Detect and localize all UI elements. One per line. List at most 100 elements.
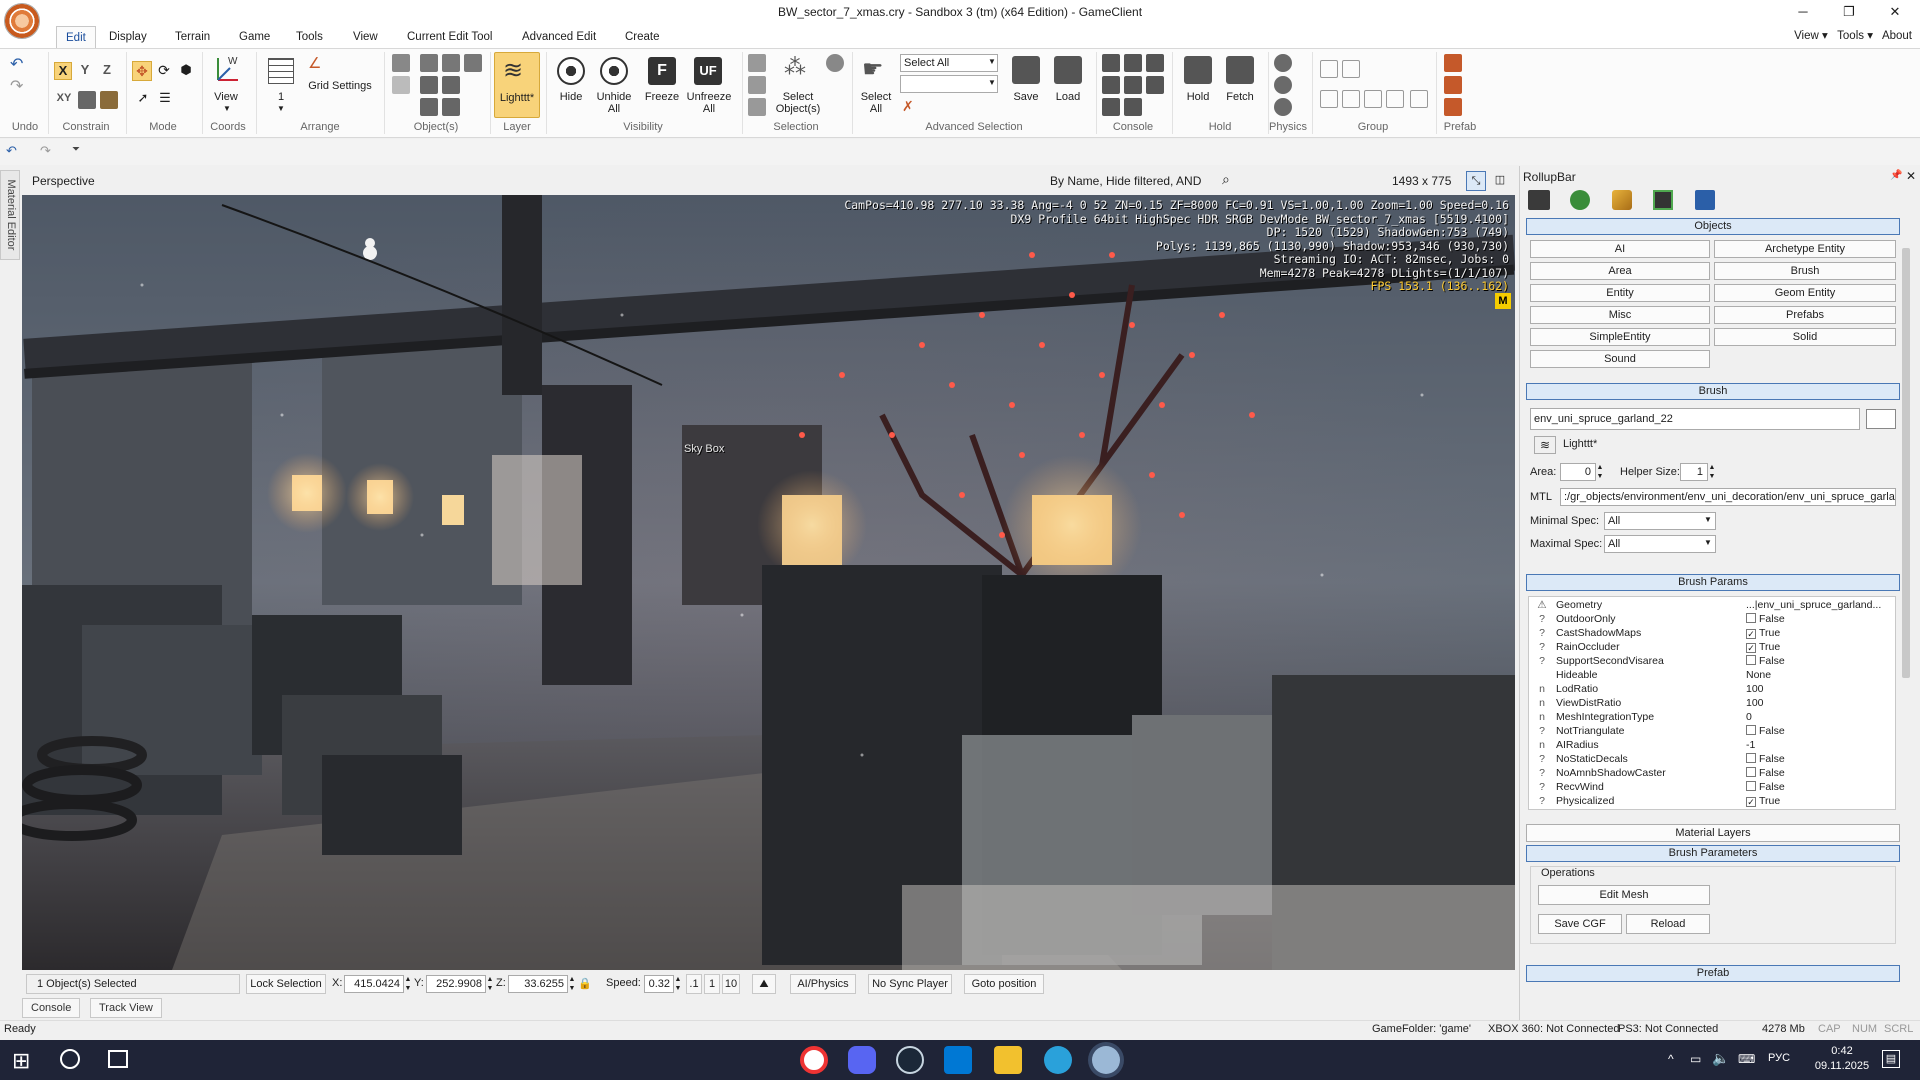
object-entity-button[interactable]: Entity <box>1530 284 1710 302</box>
modify-tab-icon[interactable] <box>1612 190 1632 210</box>
param-value[interactable]: ✓ True <box>1746 626 1892 640</box>
param-value[interactable]: -1 <box>1746 738 1892 752</box>
tab-view[interactable]: View <box>344 26 387 48</box>
console-tool-icon[interactable] <box>1124 98 1142 116</box>
ungroup-icon[interactable] <box>1342 60 1360 78</box>
param-row[interactable]: ? OutdoorOnly False <box>1530 612 1894 626</box>
x-input[interactable]: 415.0424 <box>344 975 404 993</box>
view-menu[interactable]: View ▾ <box>1794 30 1828 42</box>
view-coords-label[interactable]: View <box>206 91 246 103</box>
physics-get-state-icon[interactable] <box>1274 76 1292 94</box>
maximal-spec-select[interactable]: All <box>1604 535 1716 553</box>
constrain-y-button[interactable]: Y <box>76 62 94 80</box>
minimal-spec-select[interactable]: All <box>1604 512 1716 530</box>
rollup-scrollbar[interactable] <box>1902 248 1910 678</box>
hide-button[interactable]: Hide <box>550 91 592 103</box>
param-value[interactable]: None <box>1746 668 1892 682</box>
console-tool-icon[interactable] <box>1124 54 1142 72</box>
tab-tools[interactable]: Tools <box>287 26 332 48</box>
physics-reset-icon[interactable] <box>1274 98 1292 116</box>
group-icon[interactable] <box>1320 60 1338 78</box>
keyboard-icon[interactable]: ⌨ <box>1738 1052 1755 1066</box>
speed-spinner-icon[interactable]: ▲ ▼ <box>674 975 682 993</box>
windows-start-icon[interactable]: ⊞ <box>12 1048 30 1074</box>
constrain-z-button[interactable]: Z <box>98 62 116 80</box>
console-tool-icon[interactable] <box>1102 54 1120 72</box>
param-checkbox[interactable]: ✓ <box>1746 797 1756 807</box>
freeze-icon[interactable]: F <box>648 57 676 85</box>
speed-input[interactable]: 0.32 <box>644 975 674 993</box>
prefab-close-icon[interactable] <box>1444 98 1462 116</box>
brush-color-swatch[interactable] <box>1866 409 1896 429</box>
x-spinner-icon[interactable]: ▲ ▼ <box>404 975 412 993</box>
reload-button[interactable]: Reload <box>1626 914 1710 934</box>
search-icon[interactable] <box>60 1049 80 1069</box>
select-objects-button[interactable]: Select Object(s) <box>772 91 824 115</box>
terrain-tab-icon[interactable] <box>1570 190 1590 210</box>
minimize-button[interactable]: ─ <box>1780 0 1826 24</box>
param-row[interactable]: n MeshIntegrationType 0 <box>1530 710 1894 724</box>
physics-simulate-icon[interactable] <box>1274 54 1292 72</box>
select-all-icon[interactable]: ☛ <box>862 55 890 85</box>
objects-header[interactable]: Objects <box>1526 218 1900 235</box>
object-area-button[interactable]: Area <box>1530 262 1710 280</box>
helper-size-input[interactable]: 1 <box>1680 463 1708 481</box>
coords-axis-icon[interactable]: W <box>212 54 240 84</box>
param-row[interactable]: ? RainOccluder ✓ True <box>1530 640 1894 654</box>
object-tool-icon[interactable] <box>442 76 460 94</box>
chevron-down-icon[interactable]: ▼ <box>1704 538 1712 547</box>
param-row[interactable]: ? NoStaticDecals False <box>1530 752 1894 766</box>
viewport-3d[interactable]: Sky Box CamPos=410.98 277.10 33.38 Ang=-… <box>22 195 1515 970</box>
param-checkbox[interactable] <box>1746 613 1756 623</box>
tab-display[interactable]: Display <box>100 26 156 48</box>
helper-spinner-icon[interactable]: ▲ ▼ <box>1708 463 1716 481</box>
quick-undo-icon[interactable]: ↶ <box>6 143 17 159</box>
track-view-tab[interactable]: Track View <box>90 998 162 1018</box>
param-value[interactable]: 0 <box>1746 710 1892 724</box>
no-sync-player-button[interactable]: No Sync Player <box>868 974 952 994</box>
group-attach-icon[interactable] <box>1364 90 1382 108</box>
param-value[interactable]: False <box>1746 780 1892 794</box>
param-value[interactable]: False <box>1746 724 1892 738</box>
align-object-icon[interactable] <box>420 54 438 72</box>
param-value[interactable]: False <box>1746 766 1892 780</box>
console-tool-icon[interactable] <box>1146 54 1164 72</box>
tab-terrain[interactable]: Terrain <box>166 26 219 48</box>
console-tool-icon[interactable] <box>1102 98 1120 116</box>
link-icon[interactable] <box>392 54 410 72</box>
align-mode-icon[interactable]: ☰ <box>156 90 174 108</box>
prefab-header[interactable]: Prefab <box>1526 965 1900 982</box>
viewport-filter[interactable]: By Name, Hide filtered, AND <box>1050 174 1201 188</box>
constrain-xy-button[interactable]: XY <box>54 90 74 108</box>
select-rect-icon[interactable] <box>748 54 766 72</box>
brush-name-input[interactable]: env_uni_spruce_garland_22 <box>1530 408 1860 430</box>
grid-settings-button[interactable]: Grid Settings <box>304 80 376 92</box>
unfreeze-all-button[interactable]: Unfreeze All <box>684 91 734 115</box>
param-row[interactable]: ? CastShadowMaps ✓ True <box>1530 626 1894 640</box>
prefab-open-icon[interactable] <box>1444 76 1462 94</box>
clock[interactable]: 0:42 09.11.2025 <box>1814 1044 1870 1074</box>
object-tool-icon[interactable] <box>420 76 438 94</box>
select-tool-icon[interactable] <box>826 54 844 72</box>
select-objects-icon[interactable]: ⁂ <box>784 54 806 80</box>
scale-mode-icon[interactable]: ⬢ <box>176 61 196 81</box>
param-value[interactable]: ✓ True <box>1746 794 1892 808</box>
undo-icon[interactable]: ↶ <box>10 54 23 74</box>
about-menu[interactable]: About <box>1882 30 1912 42</box>
hide-icon[interactable] <box>557 57 585 85</box>
object-brush-button[interactable]: Brush <box>1714 262 1896 280</box>
param-value[interactable]: ...|env_uni_spruce_garland... <box>1746 598 1892 612</box>
telegram-icon[interactable] <box>1044 1046 1072 1074</box>
y-spinner-icon[interactable]: ▲ ▼ <box>486 975 494 993</box>
material-layers-header[interactable]: Material Layers <box>1526 824 1900 842</box>
lock-icon[interactable]: 🔒 <box>578 975 592 993</box>
tray-chevron-icon[interactable]: ^ <box>1668 1052 1674 1066</box>
object-simpleentity-button[interactable]: SimpleEntity <box>1530 328 1710 346</box>
param-checkbox[interactable] <box>1746 655 1756 665</box>
clear-selection-icon[interactable]: ✗ <box>902 98 914 115</box>
object-ai-button[interactable]: AI <box>1530 240 1710 258</box>
grid-icon[interactable] <box>268 58 294 84</box>
discord-icon[interactable] <box>848 1046 876 1074</box>
unfreeze-icon[interactable]: UF <box>694 57 722 85</box>
terrain-follow-icon[interactable]: ⛰ <box>752 974 776 994</box>
